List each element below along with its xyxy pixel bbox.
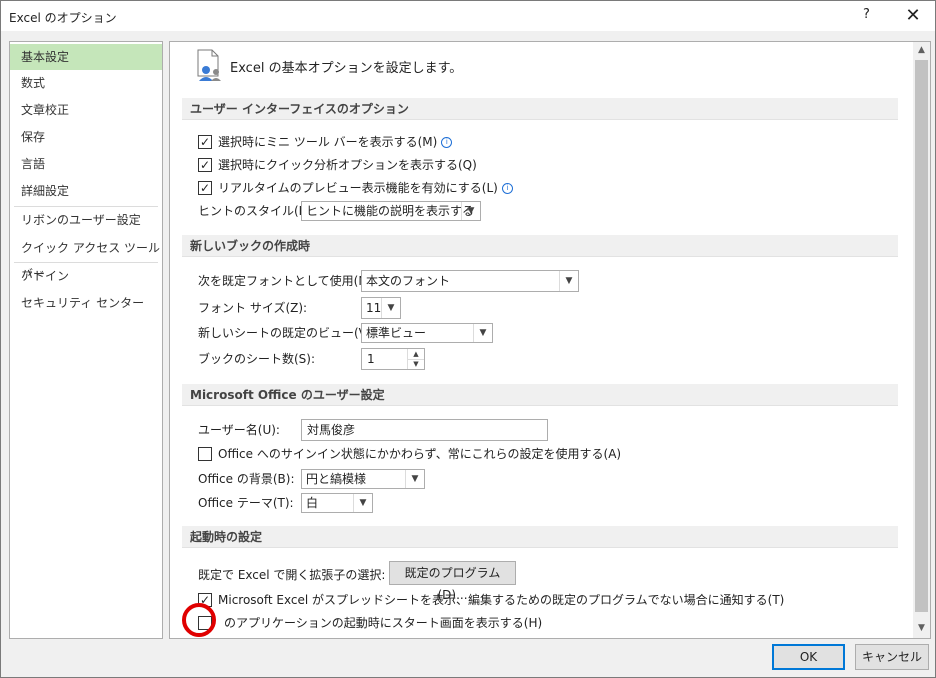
ok-button[interactable]: OK xyxy=(772,644,845,670)
section-user-settings: Microsoft Office のユーザー設定 xyxy=(182,384,898,406)
sheet-count-value: 1 xyxy=(367,352,375,366)
options-nav: 基本設定 数式 文章校正 保存 言語 詳細設定 リボンのユーザー設定 クイック … xyxy=(9,41,163,639)
username-label: ユーザー名(U): xyxy=(198,423,280,437)
nav-item-quick-access-toolbar[interactable]: クイック アクセス ツール バー xyxy=(10,235,162,281)
chevron-down-icon: ▼ xyxy=(353,494,372,512)
nav-item-language[interactable]: 言語 xyxy=(10,151,162,177)
start-screen-label: のアプリケーションの起動時にスタート画面を表示する(H) xyxy=(224,616,543,630)
default-font-label: 次を既定フォントとして使用(N): xyxy=(198,274,377,288)
chevron-down-icon: ▼ xyxy=(405,470,424,488)
always-use-checkbox[interactable] xyxy=(198,447,212,461)
title-bar: Excel のオプション ? ✕ xyxy=(1,1,935,31)
font-size-label: フォント サイズ(Z): xyxy=(198,301,308,315)
office-theme-select[interactable]: 白 ▼ xyxy=(301,493,373,513)
quick-analysis-label: 選択時にクイック分析オプションを表示する(Q) xyxy=(218,158,477,172)
office-theme-value: 白 xyxy=(306,496,319,510)
live-preview-checkbox[interactable] xyxy=(198,178,212,198)
nav-item-general[interactable]: 基本設定 xyxy=(10,44,162,70)
section-new-workbook: 新しいブックの作成時 xyxy=(182,235,898,257)
font-size-select[interactable]: 11 ▼ xyxy=(361,297,401,319)
mini-toolbar-label: 選択時にミニ ツール バーを表示する(M) i xyxy=(218,132,453,152)
dialog-title: Excel のオプション xyxy=(9,11,117,25)
office-background-value: 円と縞模様 xyxy=(306,472,367,486)
default-font-select[interactable]: 本文のフォント ▼ xyxy=(361,270,579,292)
quick-analysis-checkbox[interactable] xyxy=(198,155,212,175)
scroll-thumb[interactable] xyxy=(915,60,928,612)
sheet-count-label: ブックのシート数(S): xyxy=(198,352,316,366)
info-icon: i xyxy=(501,183,513,194)
nav-item-add-ins[interactable]: アドイン xyxy=(10,263,162,289)
live-preview-label: リアルタイムのプレビュー表示機能を有効にする(L) i xyxy=(218,178,513,198)
spin-down-icon[interactable]: ▼ xyxy=(408,359,424,369)
office-background-select[interactable]: 円と縞模様 ▼ xyxy=(301,469,425,489)
general-options-icon xyxy=(197,49,221,81)
scroll-up-icon[interactable]: ▲ xyxy=(913,42,930,59)
help-button[interactable]: ? xyxy=(863,7,870,22)
always-use-label: Office へのサインイン状態にかかわらず、常にこれらの設定を使用する(A) xyxy=(218,447,622,461)
sheet-count-spin-buttons: ▲ ▼ xyxy=(407,349,424,369)
username-field[interactable]: 対馬俊彦 xyxy=(301,419,548,441)
screentip-style-label: ヒントのスタイル(R): xyxy=(198,204,316,218)
section-startup: 起動時の設定 xyxy=(182,526,898,548)
default-programs-button[interactable]: 既定のプログラム(D)... xyxy=(389,561,516,602)
chevron-down-icon: ▼ xyxy=(461,202,480,220)
office-background-label: Office の背景(B): xyxy=(198,472,295,486)
nav-item-proofing[interactable]: 文章校正 xyxy=(10,97,162,123)
excel-options-dialog: Excel のオプション ? ✕ 基本設定 数式 文章校正 保存 言語 詳細設定… xyxy=(0,0,936,678)
vertical-scrollbar[interactable]: ▲ ▼ xyxy=(913,42,930,638)
chevron-down-icon: ▼ xyxy=(559,271,578,291)
section-ui-options: ユーザー インターフェイスのオプション xyxy=(182,98,898,120)
info-icon: i xyxy=(441,137,453,148)
default-view-value: 標準ビュー xyxy=(366,326,427,340)
nav-item-trust-center[interactable]: セキュリティ センター xyxy=(10,290,162,316)
cancel-button[interactable]: キャンセル xyxy=(855,644,929,670)
screentip-style-value: ヒントに機能の説明を表示する xyxy=(306,204,475,218)
font-size-value: 11 xyxy=(366,301,382,315)
default-view-label: 新しいシートの既定のビュー(V): xyxy=(198,326,376,340)
file-extensions-label: 既定で Excel で開く拡張子の選択: xyxy=(198,568,386,582)
highlight-circle xyxy=(182,603,216,637)
sheet-count-spinner[interactable]: 1 ▲ ▼ xyxy=(361,348,425,370)
notify-default-label: Microsoft Excel がスプレッドシートを表示、編集するための既定のプ… xyxy=(218,593,785,607)
chevron-down-icon: ▼ xyxy=(381,298,400,318)
default-view-select[interactable]: 標準ビュー ▼ xyxy=(361,323,493,343)
scroll-down-icon[interactable]: ▼ xyxy=(913,620,930,637)
close-button[interactable]: ✕ xyxy=(899,3,927,29)
username-value: 対馬俊彦 xyxy=(307,423,356,437)
nav-item-customize-ribbon[interactable]: リボンのユーザー設定 xyxy=(10,207,162,233)
options-content: Excel の基本オプションを設定します。 ユーザー インターフェイスのオプショ… xyxy=(169,41,931,639)
screentip-style-select[interactable]: ヒントに機能の説明を表示する ▼ xyxy=(301,201,481,221)
default-font-value: 本文のフォント xyxy=(366,274,451,288)
nav-item-formulas[interactable]: 数式 xyxy=(10,70,162,96)
content-heading: Excel の基本オプションを設定します。 xyxy=(230,61,463,76)
nav-item-save[interactable]: 保存 xyxy=(10,124,162,150)
office-theme-label: Office テーマ(T): xyxy=(198,496,294,510)
chevron-down-icon: ▼ xyxy=(473,324,492,342)
mini-toolbar-checkbox[interactable] xyxy=(198,132,212,152)
nav-item-advanced[interactable]: 詳細設定 xyxy=(10,178,162,204)
